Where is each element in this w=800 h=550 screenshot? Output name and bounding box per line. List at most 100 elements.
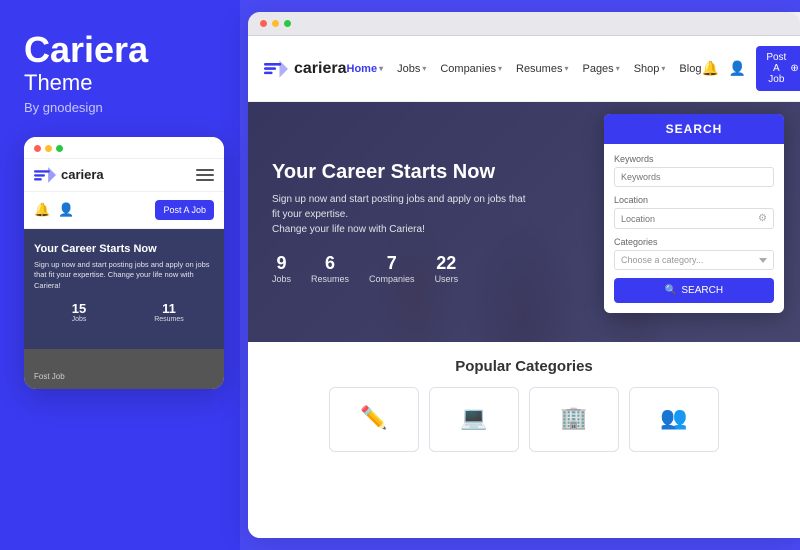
mobile-stats: 15 Jobs 11 Resumes: [34, 301, 214, 323]
bell-icon[interactable]: 🔔: [34, 202, 50, 218]
nav-item-shop[interactable]: Shop ▾: [634, 63, 666, 75]
hero-stat-resumes: 6 Resumes: [311, 253, 349, 284]
site-logo: cariera: [264, 60, 347, 78]
categories-title: Popular Categories: [264, 358, 784, 375]
search-panel-header: SEARCH: [604, 114, 784, 144]
categories-select[interactable]: Choose a category...: [614, 250, 774, 270]
mobile-logo-text: cariera: [61, 167, 104, 182]
nav-item-blog[interactable]: Blog: [679, 63, 701, 75]
hero-stat-users-num: 22: [435, 253, 459, 274]
hero-stat-resumes-label: Resumes: [311, 274, 349, 284]
location-label: Location: [614, 195, 774, 205]
hero-stat-companies-label: Companies: [369, 274, 415, 284]
nav-user-icon[interactable]: 👤: [729, 60, 746, 77]
category-card-1[interactable]: 💻: [429, 387, 519, 452]
hero-desc: Sign up now and start posting jobs and a…: [272, 192, 532, 237]
keywords-input[interactable]: [614, 167, 774, 187]
mobile-nav: cariera: [24, 159, 224, 192]
site-logo-text: cariera: [294, 60, 347, 78]
mobile-hero-content: Your Career Starts Now Sign up now and s…: [34, 243, 214, 324]
dot-yellow: [45, 145, 52, 152]
categories-section: Popular Categories ✏️ 💻 🏢 👥: [248, 342, 800, 462]
category-icon-1: 💻: [460, 405, 487, 431]
mobile-icons: 🔔 👤: [34, 202, 74, 218]
nav-item-pages[interactable]: Pages ▾: [582, 63, 619, 75]
nav-item-home[interactable]: Home ▾: [347, 63, 384, 75]
category-icon-0: ✏️: [360, 405, 387, 431]
nav-item-companies[interactable]: Companies ▾: [440, 63, 502, 75]
mobile-top-bar: [24, 137, 224, 159]
post-job-button[interactable]: Post A Job ⊕: [756, 46, 800, 91]
nav-item-jobs[interactable]: Jobs ▾: [397, 63, 426, 75]
mobile-logo: cariera: [34, 167, 104, 183]
search-button[interactable]: 🔍 SEARCH: [614, 278, 774, 303]
keywords-field-group: Keywords: [614, 154, 774, 187]
post-job-icon: ⊕: [790, 63, 798, 74]
category-cards: ✏️ 💻 🏢 👥: [264, 387, 784, 452]
mobile-post-job-button[interactable]: Post A Job: [155, 200, 214, 220]
home-chevron: ▾: [379, 64, 383, 73]
hero-stat-jobs-label: Jobs: [272, 274, 291, 284]
hero-stat-users-label: Users: [435, 274, 459, 284]
hero-stat-users: 22 Users: [435, 253, 459, 284]
nav-item-resumes[interactable]: Resumes ▾: [516, 63, 568, 75]
mobile-stat-resumes-label: Resumes: [124, 316, 214, 323]
hero-content: Your Career Starts Now Sign up now and s…: [248, 102, 552, 342]
hero-title: Your Career Starts Now: [272, 161, 532, 184]
location-field-group: Location ⚙: [614, 195, 774, 229]
dot-red: [34, 145, 41, 152]
user-icon[interactable]: 👤: [58, 202, 74, 218]
dot-green: [56, 145, 63, 152]
category-card-2[interactable]: 🏢: [529, 387, 619, 452]
mobile-stat-resumes: 11 Resumes: [124, 301, 214, 323]
category-card-0[interactable]: ✏️: [329, 387, 419, 452]
resumes-chevron: ▾: [564, 64, 568, 73]
location-icon: ⚙: [758, 213, 767, 224]
browser-dot-green: [284, 20, 291, 27]
site-nav-right: 🔔 👤 Post A Job ⊕: [701, 46, 800, 91]
hero-stat-companies: 7 Companies: [369, 253, 415, 284]
keywords-label: Keywords: [614, 154, 774, 164]
mobile-hero: Your Career Starts Now Sign up now and s…: [24, 229, 224, 349]
jobs-chevron: ▾: [422, 64, 426, 73]
categories-label: Categories: [614, 237, 774, 247]
browser-dot-red: [260, 20, 267, 27]
hero-stat-jobs-num: 9: [272, 253, 291, 274]
nav-bell-icon[interactable]: 🔔: [701, 60, 718, 77]
mobile-hero-desc: Sign up now and start posting jobs and a…: [34, 260, 214, 292]
fost-job-label: Fost Job: [34, 372, 65, 381]
location-input[interactable]: [621, 214, 758, 224]
shop-chevron: ▾: [661, 64, 665, 73]
site-nav-links: Home ▾ Jobs ▾ Companies ▾ Resumes ▾ Page…: [347, 63, 702, 75]
mobile-hero-title: Your Career Starts Now: [34, 243, 214, 255]
browser-chrome: [248, 12, 800, 36]
category-card-3[interactable]: 👥: [629, 387, 719, 452]
categories-field-group: Categories Choose a category...: [614, 237, 774, 270]
mobile-bottom-bg: Fost Job: [24, 349, 224, 389]
category-icon-3: 👥: [660, 405, 687, 431]
hero-stat-resumes-num: 6: [311, 253, 349, 274]
hamburger-icon[interactable]: [196, 169, 214, 181]
mobile-stat-jobs-num: 15: [34, 301, 124, 316]
hero-stats: 9 Jobs 6 Resumes 7 Companies 22 Users: [272, 253, 532, 284]
site-logo-icon: [264, 60, 288, 78]
search-panel: SEARCH Keywords Location ⚙ Categ: [604, 114, 784, 313]
mobile-logo-icon: [34, 167, 56, 183]
left-panel: Cariera Theme By gnodesign cariera: [0, 0, 240, 550]
companies-chevron: ▾: [498, 64, 502, 73]
mobile-preview-card: cariera 🔔 👤 Post A Job Your Career Start…: [24, 137, 224, 389]
browser-window: cariera Home ▾ Jobs ▾ Companies ▾ Resume…: [248, 12, 800, 538]
browser-dot-yellow: [272, 20, 279, 27]
hero-stat-companies-num: 7: [369, 253, 415, 274]
location-input-wrap: ⚙: [614, 208, 774, 229]
mobile-stat-resumes-num: 11: [124, 301, 214, 316]
search-icon: 🔍: [665, 285, 677, 296]
category-icon-2: 🏢: [560, 405, 587, 431]
brand-title: Cariera: [24, 30, 216, 70]
brand-subtitle: Theme: [24, 70, 216, 96]
mobile-stat-jobs-label: Jobs: [34, 316, 124, 323]
pages-chevron: ▾: [616, 64, 620, 73]
site-nav: cariera Home ▾ Jobs ▾ Companies ▾ Resume…: [248, 36, 800, 102]
mobile-stat-jobs: 15 Jobs: [34, 301, 124, 323]
brand-by: By gnodesign: [24, 100, 216, 115]
